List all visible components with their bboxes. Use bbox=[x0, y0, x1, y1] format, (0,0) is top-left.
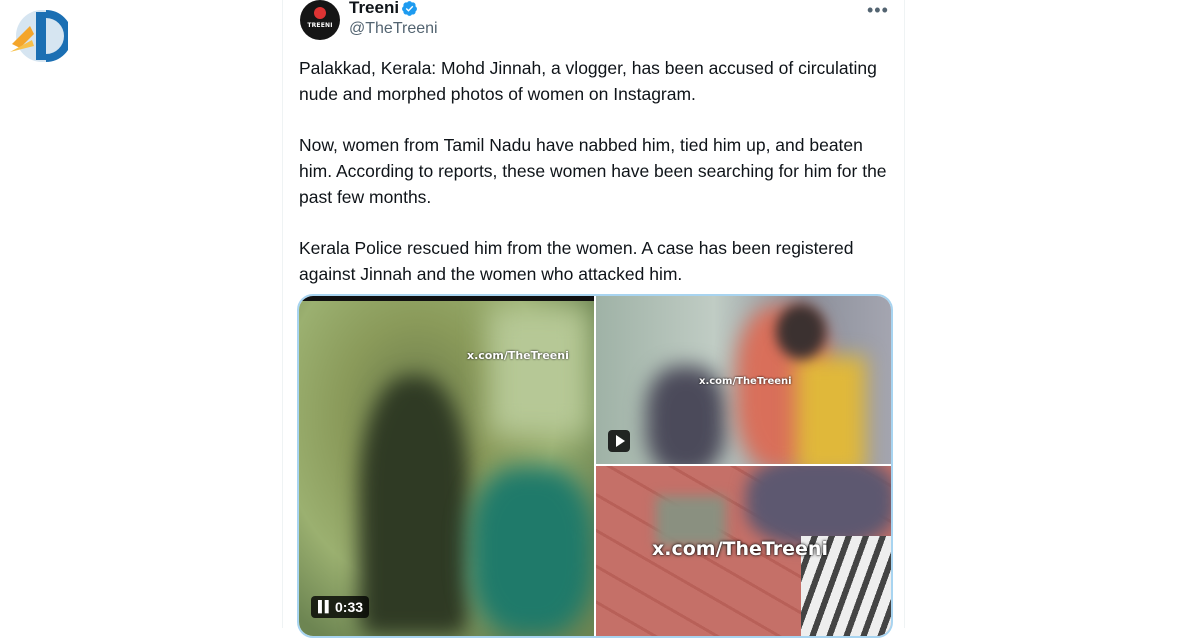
video-thumbnail-2[interactable]: x.com/TheTreeni bbox=[596, 296, 891, 464]
more-options-button[interactable]: ••• bbox=[867, 0, 889, 21]
video-1-watermark: x.com/TheTreeni bbox=[467, 349, 569, 362]
play-icon[interactable] bbox=[608, 430, 630, 452]
image-3-watermark: x.com/TheTreeni bbox=[652, 538, 828, 560]
tweet-text: Palakkad, Kerala: Mohd Jinnah, a vlogger… bbox=[299, 55, 889, 312]
tweet-paragraph-3: Kerala Police rescued him from the women… bbox=[299, 238, 854, 284]
video-thumbnail-1[interactable]: x.com/TheTreeni ▌▌ 0:33 bbox=[299, 296, 594, 636]
video-1-controls[interactable]: ▌▌ 0:33 bbox=[311, 596, 369, 618]
video-1-background bbox=[489, 306, 589, 436]
tweet-card[interactable]: TREENI Treeni @TheTreeni ••• Palakkad, K… bbox=[283, 0, 904, 638]
right-divider bbox=[904, 0, 905, 628]
image-3-person bbox=[746, 466, 891, 546]
tweet-paragraph-1: Palakkad, Kerala: Mohd Jinnah, a vlogger… bbox=[299, 58, 877, 104]
verified-badge-icon bbox=[402, 1, 417, 16]
avatar[interactable]: TREENI bbox=[300, 0, 340, 40]
video-1-topbar bbox=[299, 296, 594, 301]
video-2-head bbox=[776, 304, 826, 359]
video-1-time: 0:33 bbox=[335, 599, 364, 615]
video-1-person-2 bbox=[469, 466, 594, 636]
video-2-watermark: x.com/TheTreeni bbox=[699, 376, 792, 387]
media-grid: x.com/TheTreeni ▌▌ 0:33 x.com/TheTreeni … bbox=[297, 294, 893, 638]
video-1-person bbox=[359, 376, 469, 636]
site-logo-icon bbox=[10, 10, 68, 62]
account-handle[interactable]: @TheTreeni bbox=[349, 20, 438, 38]
account-name[interactable]: Treeni bbox=[349, 0, 399, 18]
pause-icon[interactable]: ▌▌ bbox=[318, 601, 333, 613]
avatar-logo-icon bbox=[314, 7, 326, 19]
video-2-saree bbox=[796, 356, 866, 464]
avatar-text: TREENI bbox=[307, 22, 333, 29]
image-thumbnail-3[interactable]: x.com/TheTreeni bbox=[596, 466, 891, 636]
left-sidebar bbox=[0, 0, 282, 628]
tweet-paragraph-2: Now, women from Tamil Nadu have nabbed h… bbox=[299, 135, 887, 207]
